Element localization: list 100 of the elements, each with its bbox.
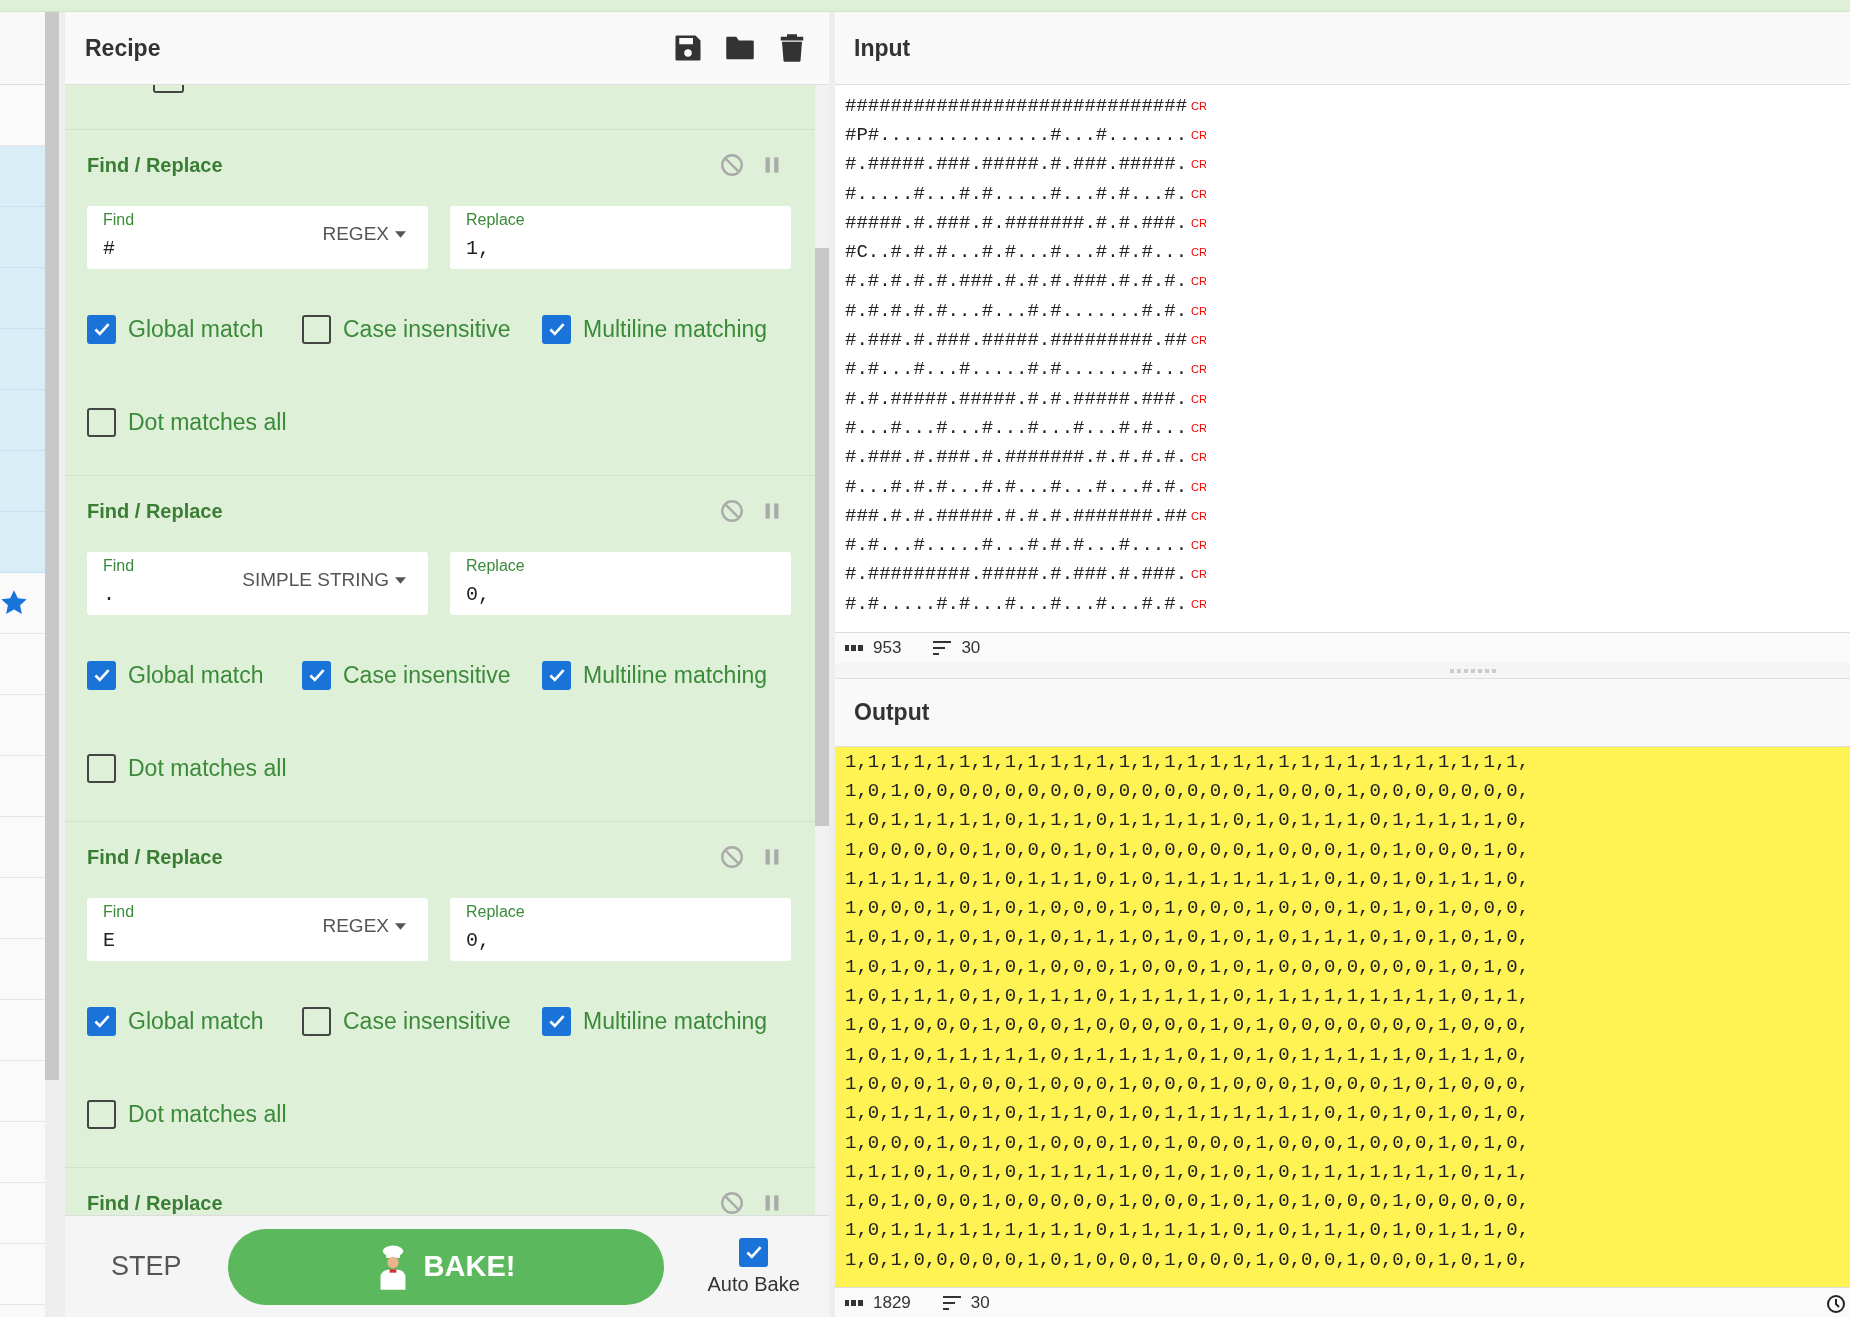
step-button[interactable]: STEP	[101, 1243, 192, 1290]
line-end-marker: CR	[1191, 363, 1207, 376]
checkbox-label: Case insensitive	[343, 1007, 511, 1035]
field-label: Find	[103, 211, 135, 229]
find-field[interactable]: Find # REGEX	[87, 206, 428, 269]
line-end-marker: CR	[1191, 597, 1207, 610]
star-icon[interactable]	[0, 589, 28, 617]
lines-icon	[933, 641, 952, 655]
line-end-marker: CR	[1191, 480, 1207, 493]
scrollbar-thumb[interactable]	[815, 248, 829, 826]
line-end-marker: CR	[1191, 304, 1207, 317]
operation-title: Find / Replace	[87, 1191, 223, 1215]
output-line: 1,0,0,0,0,0,1,0,0,0,1,0,1,0,0,0,0,0,1,0,0,0,1,0,1,0,0,0,1,0,	[845, 838, 1530, 861]
line-end-marker: CR	[1191, 158, 1207, 171]
checkbox[interactable]	[87, 1006, 116, 1036]
line-end-marker: CR	[1191, 421, 1207, 434]
checkbox[interactable]	[87, 753, 116, 783]
disable-icon[interactable]	[719, 1190, 745, 1215]
replace-field[interactable]: Replace 0,	[450, 898, 791, 961]
checkbox-label: Global match	[128, 661, 264, 689]
operation-title: Find / Replace	[87, 153, 223, 177]
output-line: 1,0,1,0,1,0,1,0,1,0,1,1,1,0,1,0,1,0,1,0,1,1,1,0,1,0,1,0,1,0,	[845, 926, 1530, 949]
checkbox-label: Dot matches all	[128, 754, 287, 782]
checkbox-label: Auto Bake	[707, 1272, 800, 1296]
field-value: .	[103, 583, 115, 606]
disable-icon[interactable]	[719, 844, 745, 870]
output-line: 1,0,1,0,0,0,1,0,0,0,0,0,1,0,0,0,1,0,1,0,1,0,0,0,1,0,0,0,0,0,	[845, 1190, 1530, 1213]
caret-icon	[395, 230, 406, 238]
checkbox[interactable]	[542, 660, 571, 690]
field-value: 1,	[466, 237, 490, 260]
output-line: 1,0,1,1,1,0,1,0,1,1,1,0,1,0,1,1,1,1,1,1,1,0,1,0,1,0,1,0,1,0,	[845, 1102, 1530, 1125]
operation-title: Find / Replace	[87, 845, 223, 869]
checkbox[interactable]	[87, 660, 116, 690]
save-icon[interactable]	[673, 33, 703, 63]
replace-field[interactable]: Replace 0,	[450, 552, 791, 615]
code-line: #.#...#...#.....#.#.......#...	[845, 358, 1188, 381]
panel-title: Output	[854, 699, 930, 726]
field-label: Find	[103, 903, 135, 921]
checkbox-label: Dot matches all	[128, 408, 287, 436]
output-line: 1,0,1,0,0,0,0,0,0,0,0,0,0,0,0,0,0,0,1,0,0,0,1,0,0,0,0,0,0,0,	[845, 779, 1530, 802]
checkbox[interactable]	[87, 314, 116, 344]
find-field[interactable]: Find . SIMPLE STRING	[87, 552, 428, 615]
code-line: ###.#.#.#####.#.#.#.#######.##	[845, 504, 1188, 527]
character-count-icon	[845, 644, 863, 652]
code-line: #.###.#.###.#####.#########.##	[845, 329, 1188, 351]
line-end-marker: CR	[1191, 334, 1207, 346]
field-label: Replace	[466, 903, 525, 921]
type-dropdown[interactable]: REGEX	[322, 915, 406, 937]
lines-icon	[942, 1295, 961, 1310]
line-end-marker: CR	[1191, 187, 1207, 200]
checkbox[interactable]	[542, 1006, 571, 1036]
checkbox[interactable]	[153, 85, 184, 93]
output-line: 1,1,1,0,1,0,1,0,1,1,1,1,1,0,1,0,1,0,1,0,1,1,1,1,1,1,1,0,1,1,	[845, 1160, 1530, 1183]
replace-field[interactable]: Replace 1,	[450, 206, 791, 269]
line-count: 30	[970, 1292, 990, 1313]
checkbox[interactable]	[739, 1237, 769, 1267]
line-end-marker: CR	[1191, 246, 1207, 259]
code-line: #...#...#...#...#...#...#.#...	[845, 416, 1188, 439]
field-label: Replace	[466, 211, 525, 229]
panel-title: Recipe	[85, 34, 161, 62]
checkbox-label: Multiline matching	[583, 661, 768, 689]
find-field[interactable]: Find E REGEX	[87, 898, 428, 961]
checkbox-label: Case insensitive	[343, 661, 511, 689]
output-line: 1,0,1,0,1,1,1,1,1,0,1,1,1,1,1,0,1,0,1,0,1,1,1,1,1,0,1,1,1,0,	[845, 1043, 1530, 1066]
output-line: 1,0,0,0,1,0,1,0,1,0,0,0,1,0,1,0,0,0,1,0,0,0,1,0,1,0,1,0,0,0,	[845, 897, 1530, 920]
checkbox[interactable]	[87, 407, 116, 437]
resize-handle[interactable]	[1449, 668, 1496, 673]
code-line: ##############################	[845, 94, 1188, 117]
line-end-marker: CR	[1191, 568, 1207, 581]
field-value: 0,	[466, 929, 490, 952]
code-line: #.#.....#.#...#...#...#...#.#.	[845, 592, 1188, 615]
code-line: #####.#.###.#.#######.#.#.###.	[845, 211, 1188, 234]
code-line: #P#...............#...#.......	[845, 123, 1188, 146]
type-dropdown[interactable]: REGEX	[322, 223, 406, 245]
checkbox[interactable]	[542, 314, 571, 344]
line-end-marker: CR	[1191, 275, 1207, 288]
checkbox[interactable]	[302, 1006, 331, 1036]
disable-icon[interactable]	[719, 152, 745, 178]
disable-icon[interactable]	[719, 498, 745, 524]
type-dropdown[interactable]: SIMPLE STRING	[242, 569, 406, 591]
code-line: #.###.#.###.#.#######.#.#.#.#.	[845, 446, 1188, 469]
line-count: 30	[961, 638, 981, 658]
code-line: #.#########.#####.#.###.#.###.	[845, 563, 1188, 586]
checkbox[interactable]	[87, 1099, 116, 1129]
output-line: 1,0,1,0,0,0,0,0,1,0,1,0,0,0,1,0,0,0,1,0,0,0,1,0,0,0,1,0,1,0,	[845, 1248, 1530, 1271]
scrollbar-thumb[interactable]	[45, 12, 59, 1080]
checkbox[interactable]	[302, 660, 331, 690]
caret-icon	[395, 922, 406, 930]
output-line: 1,0,0,0,1,0,0,0,1,0,0,0,1,0,0,0,1,0,0,0,1,0,0,0,1,0,1,0,0,0,	[845, 1072, 1530, 1095]
checkbox[interactable]	[302, 314, 331, 344]
line-end-marker: CR	[1191, 539, 1207, 552]
field-value: 0,	[466, 583, 490, 606]
line-end-marker: CR	[1191, 216, 1207, 229]
code-line: #.#.#####.#####.#.#.#####.###.	[845, 387, 1188, 410]
output-line: 1,0,1,1,1,1,1,0,1,1,1,0,1,1,1,1,1,0,1,0,1,1,1,0,1,1,1,1,1,0,	[845, 809, 1530, 832]
line-end-marker: CR	[1191, 99, 1207, 112]
clock-icon[interactable]	[1826, 1294, 1846, 1314]
code-line: #.#.#.#.#...#...#.#.......#.#.	[845, 299, 1188, 322]
code-line: #...#.#.#...#.#...#...#...#.#.	[845, 475, 1188, 498]
checkbox-label: Global match	[128, 1007, 264, 1035]
